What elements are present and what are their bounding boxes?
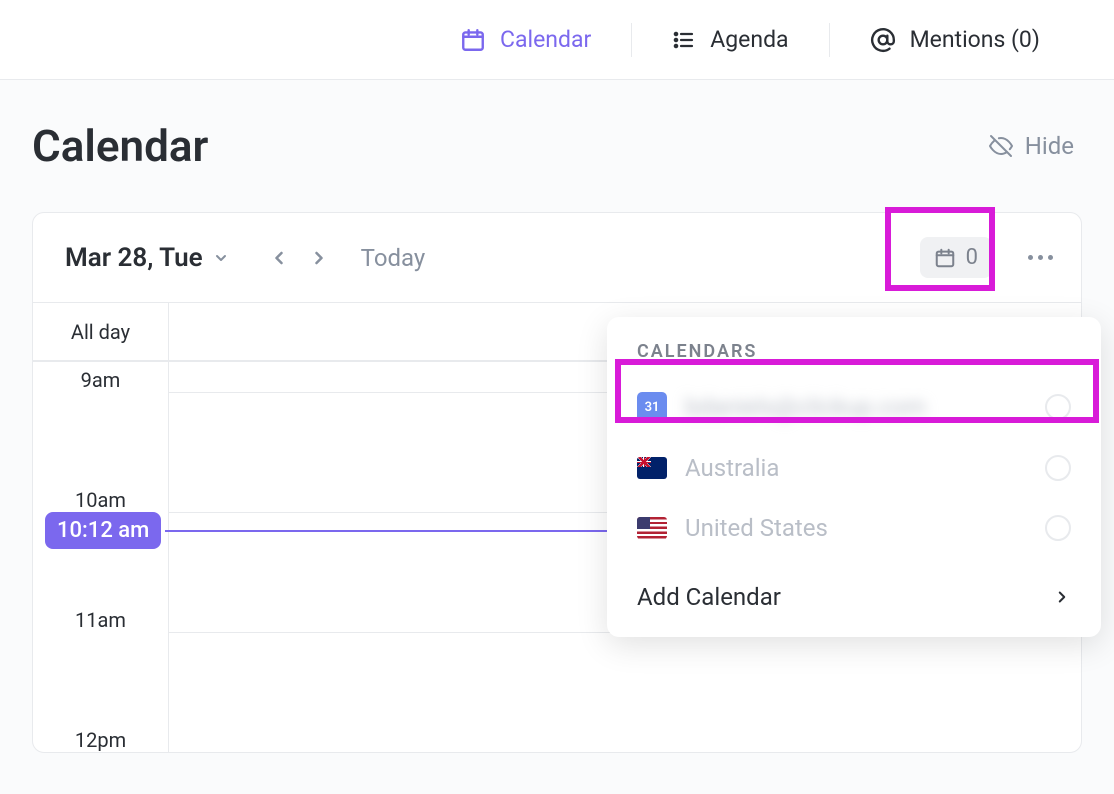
current-time-badge: 10:12 am xyxy=(45,512,161,549)
tab-mentions-label: Mentions (0) xyxy=(910,26,1040,53)
hour-label: 10am xyxy=(33,392,169,512)
page-title: Calendar xyxy=(32,120,208,172)
hide-button[interactable]: Hide xyxy=(989,132,1074,160)
hide-icon xyxy=(989,134,1013,158)
add-calendar-button[interactable]: Add Calendar xyxy=(607,558,1101,637)
calendar-item-email[interactable]: 31 bdaniels@clickup.com xyxy=(607,376,1101,438)
calendar-count: 0 xyxy=(966,245,978,270)
calendar-card: Mar 28, Tue Today 0 All day xyxy=(32,212,1082,753)
calendar-icon xyxy=(460,27,486,53)
flag-us-icon xyxy=(637,517,667,539)
calendar-toggle[interactable] xyxy=(1045,394,1071,420)
more-button[interactable] xyxy=(1024,255,1057,260)
calendar-item-label: United States xyxy=(685,514,1027,542)
top-tabs: Calendar Agenda Mentions (0) xyxy=(0,0,1114,80)
date-picker[interactable]: Mar 28, Tue xyxy=(65,243,229,273)
tab-agenda-label: Agenda xyxy=(710,26,788,53)
tab-agenda[interactable]: Agenda xyxy=(672,26,788,53)
prev-day-button[interactable] xyxy=(269,248,289,268)
calendar-toolbar: Mar 28, Tue Today 0 xyxy=(33,213,1081,302)
calendar-item-label: bdaniels@clickup.com xyxy=(685,393,1027,421)
page-header: Calendar Hide xyxy=(0,80,1114,192)
tab-mentions[interactable]: Mentions (0) xyxy=(870,26,1040,53)
agenda-icon xyxy=(672,28,696,52)
tab-calendar-label: Calendar xyxy=(500,26,591,53)
at-icon xyxy=(870,27,896,53)
calendars-popover: Calendars 31 bdaniels@clickup.com Austra… xyxy=(607,317,1101,637)
tab-divider xyxy=(631,23,632,57)
calendar-toggle[interactable] xyxy=(1045,455,1071,481)
gcal-icon: 31 xyxy=(637,392,667,422)
flag-au-icon xyxy=(637,457,667,479)
calendar-toggle[interactable] xyxy=(1045,515,1071,541)
hour-row: 12pm xyxy=(33,632,1081,752)
popover-title: Calendars xyxy=(607,341,1101,376)
today-button[interactable]: Today xyxy=(361,244,426,272)
calendar-item-australia[interactable]: Australia xyxy=(607,438,1101,498)
add-calendar-label: Add Calendar xyxy=(637,583,781,611)
hour-label: 9am xyxy=(33,362,169,392)
chevron-down-icon xyxy=(213,250,229,266)
tab-calendar[interactable]: Calendar xyxy=(460,26,591,53)
nav-arrows xyxy=(269,248,329,268)
next-day-button[interactable] xyxy=(309,248,329,268)
hide-label: Hide xyxy=(1025,132,1074,160)
chevron-right-icon xyxy=(1053,588,1071,606)
hour-label: 12pm xyxy=(33,632,169,752)
tab-divider xyxy=(829,23,830,57)
date-label: Mar 28, Tue xyxy=(65,243,203,273)
calendar-item-label: Australia xyxy=(685,454,1027,482)
allday-label: All day xyxy=(33,303,169,360)
calendar-item-united-states[interactable]: United States xyxy=(607,498,1101,558)
hour-cell[interactable] xyxy=(169,632,1081,752)
calendar-icon xyxy=(934,247,956,269)
calendar-count-button[interactable]: 0 xyxy=(920,237,992,278)
